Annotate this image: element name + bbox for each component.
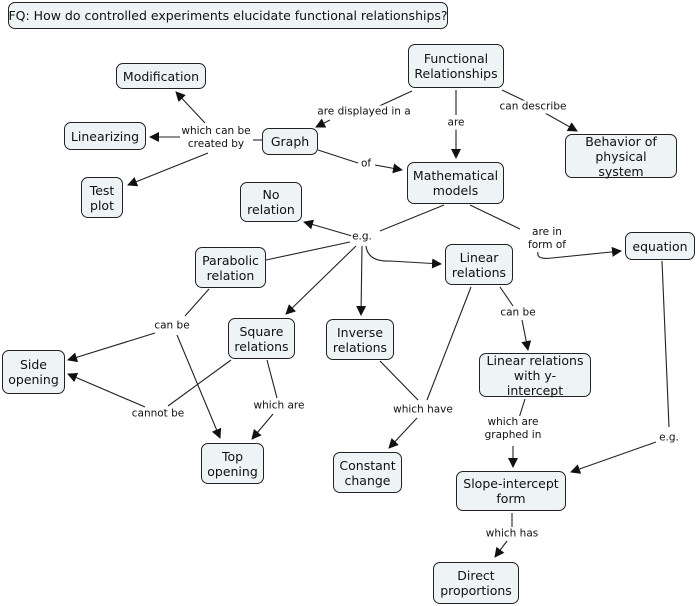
node-no-relation[interactable]: No relation bbox=[240, 182, 302, 222]
node-slope-intercept-form[interactable]: Slope-intercept form bbox=[456, 471, 566, 511]
node-parabolic-relation[interactable]: Parabolic relation bbox=[195, 247, 266, 288]
link-label-displayed-in: are displayed in a bbox=[316, 105, 412, 119]
link-label-which-are-square: which are bbox=[252, 399, 306, 413]
link-label-created-by: which can be created by bbox=[180, 125, 252, 151]
link-label-can-be-parabolic: can be bbox=[153, 319, 191, 333]
node-top-opening[interactable]: Top opening bbox=[201, 443, 264, 484]
link-label-can-describe: can describe bbox=[498, 100, 568, 114]
node-direct-proportions[interactable]: Direct proportions bbox=[433, 562, 519, 604]
node-square-relations[interactable]: Square relations bbox=[228, 318, 295, 359]
node-graph[interactable]: Graph bbox=[262, 128, 318, 155]
node-constant-change[interactable]: Constant change bbox=[333, 452, 402, 493]
node-side-opening[interactable]: Side opening bbox=[2, 350, 65, 394]
node-mathematical-models[interactable]: Mathematical models bbox=[407, 162, 504, 204]
node-linear-y-intercept[interactable]: Linear relations with y-intercept bbox=[479, 353, 591, 398]
link-label-form-of: are in form of bbox=[527, 226, 567, 252]
link-label-eg-models: e.g. bbox=[351, 230, 373, 244]
node-linearizing[interactable]: Linearizing bbox=[64, 122, 146, 150]
link-label-can-be-linear: can be bbox=[499, 306, 537, 320]
link-label-cannot-be: cannot be bbox=[130, 407, 186, 421]
link-label-graphed-in: which are graphed in bbox=[483, 416, 543, 442]
node-behavior-physical-system[interactable]: Behavior of physical system bbox=[565, 134, 677, 179]
link-label-which-has: which has bbox=[484, 527, 540, 541]
node-test-plot[interactable]: Test plot bbox=[81, 177, 123, 218]
focus-question: FQ: How do controlled experiments elucid… bbox=[8, 2, 448, 29]
node-linear-relations[interactable]: Linear relations bbox=[445, 244, 513, 285]
node-functional-relationships[interactable]: Functional Relationships bbox=[408, 44, 504, 88]
link-label-are: are bbox=[446, 116, 466, 130]
node-modification[interactable]: Modification bbox=[116, 63, 206, 89]
link-label-which-have: which have bbox=[392, 403, 454, 417]
connection-lines bbox=[67, 89, 670, 558]
node-inverse-relations[interactable]: Inverse relations bbox=[326, 319, 394, 360]
node-equation[interactable]: equation bbox=[625, 232, 695, 260]
link-label-of: of bbox=[359, 157, 373, 171]
link-label-eg-equation: e.g. bbox=[658, 431, 680, 445]
